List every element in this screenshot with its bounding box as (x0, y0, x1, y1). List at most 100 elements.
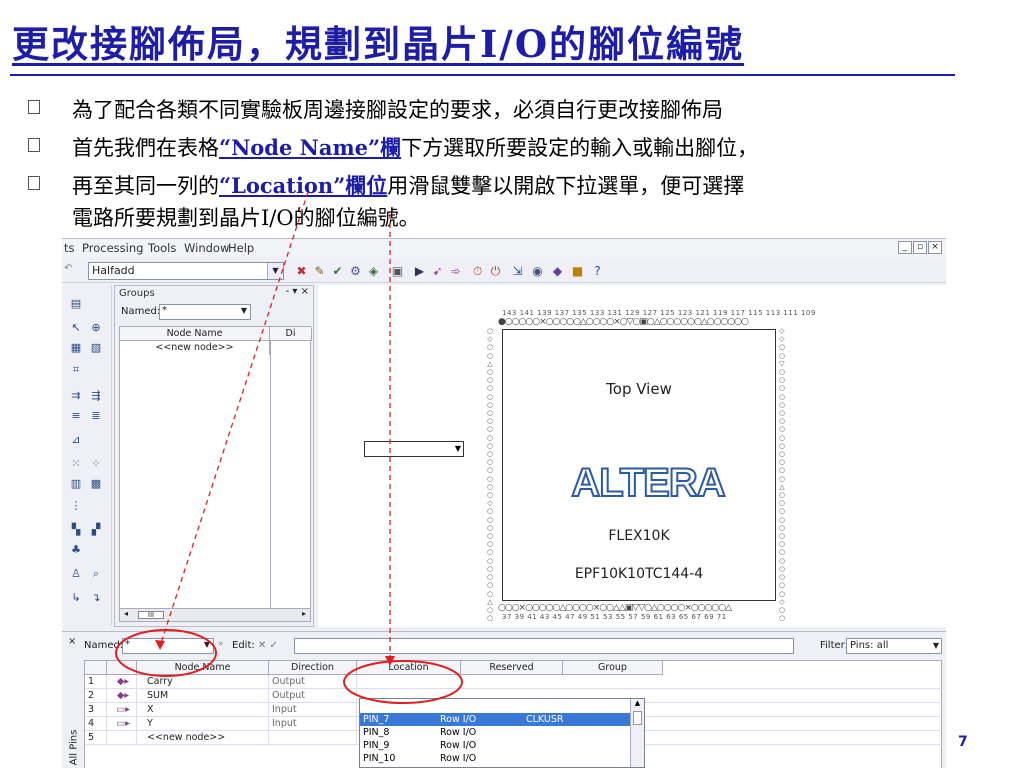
top-pin-row: ●○○○○○×○○○○○△○○○○×○▽○▣○△○○○○○○△○○○○○○ (498, 317, 749, 327)
bullet-text: 電路所要規劃到晶片I/O的腳位編號。 (72, 206, 420, 230)
edit-label: Edit: ✕ ✓ (232, 640, 278, 651)
step-icon[interactable]: ➾ (448, 264, 463, 279)
dropdown-option[interactable]: PIN_8 Row I/O (360, 726, 630, 739)
user-icon[interactable]: ♙ (68, 567, 84, 581)
location-column-header[interactable]: Location (357, 661, 461, 675)
play-icon[interactable]: ▶ (412, 264, 427, 279)
groups-named-input[interactable]: * ▼ (159, 304, 251, 320)
menu-item[interactable]: ts (64, 241, 75, 255)
chipeditor-icon[interactable]: ■ (570, 264, 585, 279)
right-pin-column: ◇◇○○▽○○○○○○○○○○○○○○△○○○○○○○○○○○○○◇○○ (778, 327, 786, 623)
device-part-number: EPF10K10TC144-4 (574, 566, 704, 582)
undo-icon[interactable]: ↶ (64, 263, 72, 274)
edit-input[interactable] (294, 638, 794, 654)
pencil-icon[interactable]: ✎ (312, 264, 327, 279)
filter-label: Filter: (820, 640, 848, 651)
pin-planner-window: ts Processing Tools Window Help _ ▫ × ↶ … (62, 238, 946, 768)
dropdown-option[interactable]: PIN_9 Row I/O (360, 739, 630, 752)
cluster-icon[interactable]: ▚ (68, 523, 84, 537)
compile-icon[interactable]: ➹ (430, 264, 445, 279)
bottom-pin-row: ○○○×○○○○○△○○○○×○○△△▣▽▽○△○○○○×○○○○○△ (498, 603, 732, 613)
named-label: Named: (84, 640, 124, 651)
view-icon[interactable]: ▦ (68, 341, 84, 355)
pins-named-input[interactable]: * ▼ (122, 638, 214, 654)
find-icon[interactable]: ⌕ (88, 567, 104, 581)
top-pin-numbers: 143 141 139 137 135 133 131 129 127 125 … (502, 309, 816, 317)
column-header[interactable]: Reserved (461, 661, 563, 675)
package-icon[interactable]: ▥ (68, 477, 84, 491)
close-icon[interactable]: × (68, 636, 76, 647)
close-icon[interactable]: - ▾ × (286, 286, 309, 297)
output-pin-icon: ◆▸ (107, 689, 137, 703)
cancel-edit-icon: ✕ (257, 640, 267, 651)
timer-icon[interactable]: ⏱ (470, 264, 485, 279)
chevron-down-icon: ▼ (203, 640, 210, 649)
io-icon[interactable]: ⋮ (68, 499, 84, 513)
minimize-icon[interactable]: _ (898, 241, 912, 254)
analyze-icon[interactable]: ◈ (366, 264, 381, 279)
bullet-text: 首先我們在表格“Node Name”欄下方選取所要設定的輸入或輸出腳位， (72, 135, 759, 160)
location-dropdown[interactable]: PIN_7 Row I/O CLKUSR PIN_8 Row I/O PIN_9… (359, 698, 645, 768)
close-icon[interactable]: × (928, 241, 942, 254)
import-icon[interactable]: ↴ (88, 591, 104, 605)
table-row[interactable]: 1 ◆▸ Carry Output (85, 675, 943, 689)
settings-icon[interactable]: ⚙ (348, 264, 363, 279)
bullet-box-icon (28, 176, 40, 190)
menu-item[interactable]: Help (228, 241, 254, 255)
chevron-down-icon: ▼ (240, 306, 247, 315)
menu-item[interactable]: Processing (82, 241, 143, 255)
column-header[interactable] (107, 661, 137, 675)
assign-out-icon[interactable]: ⇶ (88, 389, 104, 403)
column-header[interactable]: Node Name (120, 327, 270, 341)
netlist-icon[interactable]: ◆ (550, 264, 565, 279)
pin-planner-icon[interactable]: ▤ (68, 297, 84, 311)
column-header[interactable]: Node Name (137, 661, 269, 675)
tree-icon[interactable]: ♣ (68, 543, 84, 557)
sim-icon[interactable]: ⇲ (510, 264, 525, 279)
align-icon[interactable]: ≡ (68, 409, 84, 423)
chip-package[interactable]: 143 141 139 137 135 133 131 129 127 125 … (480, 305, 815, 623)
input-pin-icon: ▭▸ (107, 717, 137, 731)
dropdown-option[interactable]: PIN_10 Row I/O (360, 752, 630, 765)
location-cell-editor[interactable]: ▼ (364, 441, 464, 457)
assign-in-icon[interactable]: ⇉ (68, 389, 84, 403)
bank-icon[interactable]: ⊿ (68, 433, 84, 447)
dropdown-option[interactable]: PIN_7 Row I/O CLKUSR (360, 713, 630, 726)
restore-icon[interactable]: ▫ (913, 241, 927, 254)
arrow-icon[interactable]: » (218, 639, 224, 649)
help-icon[interactable]: ? (590, 264, 605, 279)
stop-icon[interactable]: ⏻ (488, 264, 503, 279)
grid2-icon[interactable]: ⁘ (88, 457, 104, 471)
menu-item[interactable]: Window (184, 241, 229, 255)
chevron-down-icon: ▼ (454, 444, 461, 453)
accept-edit-icon: ✓ (269, 640, 278, 651)
programmer-icon[interactable]: ◉ (530, 264, 545, 279)
column-header[interactable]: Di (270, 327, 312, 341)
select-icon[interactable]: ↖ (68, 321, 84, 335)
zoom-icon[interactable]: ⊕ (88, 321, 104, 335)
package2-icon[interactable]: ▩ (88, 477, 104, 491)
chip-icon[interactable]: ▣ (390, 264, 405, 279)
column-header[interactable]: Group (563, 661, 663, 675)
export-icon[interactable]: ↳ (68, 591, 84, 605)
chevron-down-icon: ▼ (932, 641, 939, 650)
check-icon[interactable]: ✔ (330, 264, 345, 279)
grid-icon[interactable]: ⁙ (68, 457, 84, 471)
view2-icon[interactable]: ▧ (88, 341, 104, 355)
menu-item[interactable]: Tools (148, 241, 176, 255)
cluster2-icon[interactable]: ▞ (88, 523, 104, 537)
dropdown-scrollbar[interactable]: ▲ (630, 699, 644, 767)
project-combo[interactable]: Halfadd ▼ (88, 262, 284, 280)
align2-icon[interactable]: ≣ (88, 409, 104, 423)
scroll-up-icon: ▲ (634, 699, 641, 707)
delete-icon[interactable]: ✖ (294, 264, 309, 279)
horizontal-scrollbar[interactable]: ◂ III ▸ (119, 608, 311, 622)
bullet-text: 為了配合各類不同實驗板周邊接腳設定的要求，必須自行更改接腳佈局 (72, 98, 723, 122)
vendor-logo-text: ALTERA (571, 461, 724, 504)
filter-select[interactable]: Pins: all ▼ (846, 638, 942, 654)
column-header[interactable] (85, 661, 107, 675)
new-node-row[interactable]: <<new node>> (120, 341, 270, 355)
fit-icon[interactable]: ⌗ (68, 363, 84, 377)
column-header[interactable]: Direction (269, 661, 357, 675)
scroll-thumb[interactable]: III (138, 611, 164, 619)
